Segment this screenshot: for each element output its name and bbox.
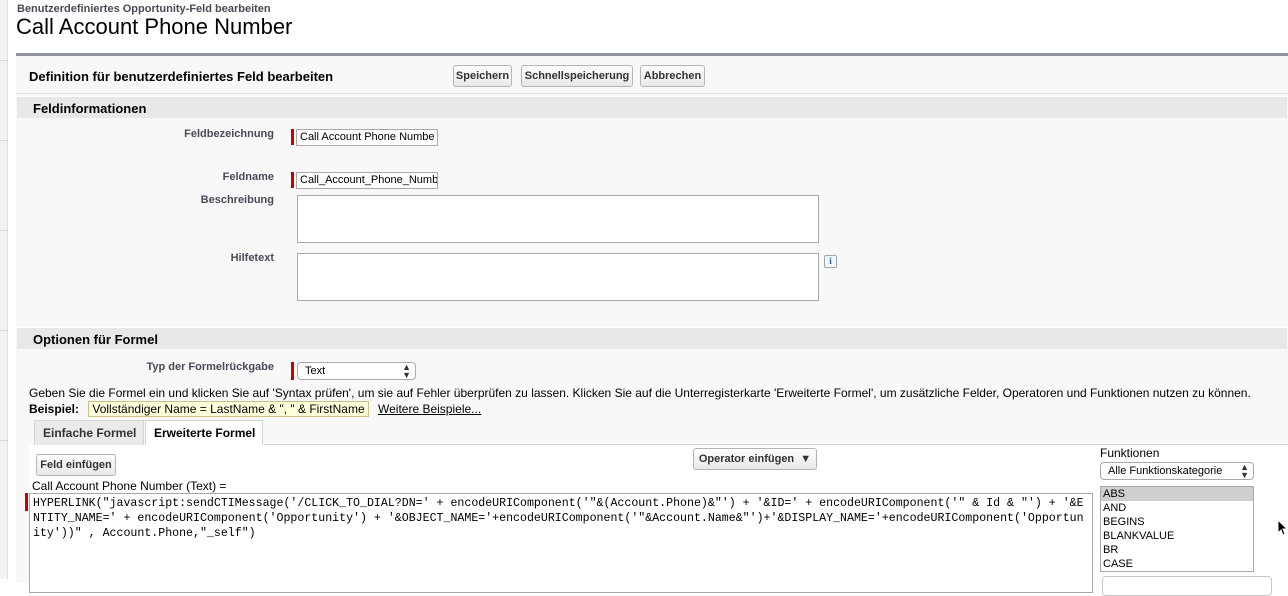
example-label: Beispiel:: [29, 402, 80, 416]
left-edge-strip: [0, 0, 8, 579]
function-detail-box: [1102, 576, 1272, 596]
tab-divider: [264, 444, 1288, 445]
field-label-label: Feldbezeichnung: [184, 128, 274, 140]
help-text-label: Hilfetext: [230, 252, 274, 264]
field-name-label: Feldname: [222, 171, 274, 183]
list-item[interactable]: CASE: [1101, 557, 1253, 571]
select-arrows-icon: ▲ ▼: [1240, 462, 1249, 480]
field-label-input[interactable]: Call Account Phone Numbe: [296, 129, 438, 146]
edit-panel: Definition für benutzerdefiniertes Feld …: [16, 53, 1288, 596]
insert-operator-label: Operator einfügen: [698, 453, 795, 465]
return-type-value: Text: [305, 365, 326, 377]
required-marker: [291, 362, 294, 380]
required-marker: [25, 493, 28, 511]
function-category-value: Alle Funktionskategorie: [1108, 465, 1223, 477]
select-arrows-icon: ▲ ▼: [402, 362, 411, 380]
field-name-input[interactable]: Call_Account_Phone_Numb: [296, 172, 438, 189]
more-examples-link[interactable]: Weitere Beispiele...: [378, 402, 481, 416]
example-value: Vollständiger Name = LastName & ", " & F…: [88, 401, 369, 417]
save-button[interactable]: Speichern: [453, 65, 512, 87]
list-item[interactable]: BEGINS: [1101, 515, 1253, 529]
quicksave-button[interactable]: Schnellspeicherung: [521, 65, 633, 87]
functions-label: Funktionen: [1100, 446, 1160, 460]
mouse-cursor-icon: [1277, 519, 1288, 536]
section-title: Optionen für Formel: [33, 332, 158, 347]
function-category-select[interactable]: Alle Funktionskategorie ▲ ▼: [1100, 462, 1254, 480]
formula-hint: Geben Sie die Formel ein und klicken Sie…: [29, 386, 1251, 400]
section-formula-options: Optionen für Formel: [17, 327, 1287, 349]
return-type-label: Typ der Formelrückgabe: [146, 361, 274, 373]
dropdown-arrow-icon: ▼: [797, 453, 812, 465]
insert-field-button[interactable]: Feld einfügen: [36, 454, 116, 476]
required-marker: [291, 129, 294, 145]
panel-title: Definition für benutzerdefiniertes Feld …: [29, 69, 334, 84]
list-item[interactable]: AND: [1101, 501, 1253, 515]
tab-advanced-formula[interactable]: Erweiterte Formel: [145, 420, 263, 445]
help-text-textarea[interactable]: [297, 253, 819, 301]
list-item[interactable]: BLANKVALUE: [1101, 529, 1253, 543]
example-row: Beispiel: Vollständiger Name = LastName …: [29, 401, 481, 417]
panel-header: Definition für benutzerdefiniertes Feld …: [16, 56, 1288, 94]
info-icon[interactable]: i: [824, 255, 837, 268]
formula-textarea[interactable]: HYPERLINK("javascript:sendCTIMessage('/C…: [29, 493, 1093, 593]
insert-operator-button[interactable]: Operator einfügen ▼: [693, 448, 817, 470]
required-marker: [291, 172, 294, 188]
section-field-info: Feldinformationen: [17, 96, 1287, 118]
section-title: Feldinformationen: [33, 101, 147, 116]
formula-label: Call Account Phone Number (Text) =: [32, 479, 227, 493]
cancel-button[interactable]: Abbrechen: [640, 65, 705, 87]
return-type-select[interactable]: Text ▲ ▼: [297, 362, 416, 380]
list-item[interactable]: ABS: [1101, 487, 1253, 501]
description-textarea[interactable]: [297, 195, 819, 243]
functions-list[interactable]: ABS AND BEGINS BLANKVALUE BR CASE: [1100, 486, 1254, 572]
tab-simple-formula[interactable]: Einfache Formel: [34, 420, 144, 445]
list-item[interactable]: BR: [1101, 543, 1253, 557]
page-title: Call Account Phone Number: [16, 14, 293, 39]
description-label: Beschreibung: [200, 194, 274, 206]
